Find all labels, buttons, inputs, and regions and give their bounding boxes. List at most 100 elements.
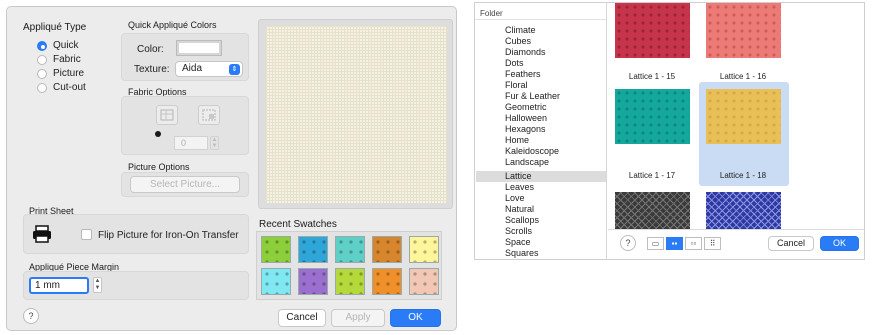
folder-item-selected[interactable]: Lattice	[505, 171, 532, 182]
recent-swatches-title: Recent Swatches	[259, 219, 337, 230]
quick-colors-group: Color: Texture: Aida ⇕	[121, 33, 249, 81]
folder-item[interactable]: Climate	[505, 25, 536, 36]
applique-type-title: Appliqué Type	[23, 22, 87, 33]
chevron-updown-icon: ⇕	[229, 64, 240, 75]
view-grid-button[interactable]: ⠿	[704, 237, 721, 250]
texture-select-value: Aida	[182, 63, 203, 74]
rotation-dial-icon[interactable]	[155, 131, 161, 137]
fabric-image-button[interactable]	[156, 105, 178, 125]
recent-swatches-panel	[256, 231, 442, 300]
folder-item[interactable]: Natural	[505, 204, 534, 215]
folder-item[interactable]: Floral	[505, 80, 528, 91]
folder-item[interactable]: Landscape	[505, 157, 549, 168]
swatch-tile[interactable]	[706, 192, 781, 229]
folder-item[interactable]: Kaleidoscope	[505, 146, 559, 157]
radio-cutout-indicator	[37, 82, 47, 93]
print-sheet-group: Flip Picture for Iron-On Transfer	[23, 214, 249, 254]
recent-swatch[interactable]	[298, 236, 328, 263]
swatch-browser: Folder Climate Cubes Diamonds Dots Feath…	[474, 2, 865, 260]
swatch-grid: Lattice 1 - 15 Lattice 1 - 16 Lattice 1 …	[608, 3, 864, 229]
recent-swatch[interactable]	[335, 236, 365, 263]
flip-checkbox[interactable]	[81, 229, 92, 240]
right-help-button[interactable]: ?	[620, 235, 636, 251]
recent-swatch[interactable]	[335, 268, 365, 295]
recent-swatch[interactable]	[261, 236, 291, 263]
recent-swatch[interactable]	[409, 236, 439, 263]
right-cancel-button[interactable]: Cancel	[768, 236, 814, 251]
folder-item[interactable]: Halloween	[505, 113, 547, 124]
swatch-tile[interactable]	[706, 3, 781, 58]
radio-quick[interactable]: Quick	[37, 39, 79, 52]
printer-icon[interactable]	[31, 224, 53, 247]
folder-item[interactable]: Love	[505, 193, 525, 204]
position-grid-icon	[202, 109, 216, 121]
view-three-button[interactable]: ▫▫	[685, 237, 702, 250]
folder-item[interactable]: Squares	[505, 248, 539, 258]
recent-swatch[interactable]	[261, 268, 291, 295]
single-view-icon: ▭	[651, 239, 660, 248]
recent-swatch[interactable]	[298, 268, 328, 295]
flip-label: Flip Picture for Iron-On Transfer	[98, 230, 239, 241]
help-button[interactable]: ?	[23, 308, 39, 324]
swatch-tile-selected[interactable]	[706, 89, 781, 144]
folder-item[interactable]: Fur & Leather	[505, 91, 560, 102]
swatch-tile[interactable]	[615, 89, 690, 144]
texture-select[interactable]: Aida ⇕	[175, 61, 243, 77]
folder-item[interactable]: Scallops	[505, 215, 539, 226]
fabric-position-button[interactable]	[198, 105, 220, 125]
select-picture-button[interactable]: Select Picture...	[130, 176, 240, 193]
toolbar-divider	[608, 229, 864, 230]
folder-item[interactable]: Cubes	[505, 36, 531, 47]
color-label: Color:	[137, 44, 164, 55]
recent-swatch[interactable]	[372, 236, 402, 263]
folder-item[interactable]: Hexagons	[505, 124, 546, 135]
recent-swatch[interactable]	[372, 268, 402, 295]
recent-swatch[interactable]	[409, 268, 439, 295]
rotation-input[interactable]: 0	[174, 136, 208, 150]
margin-stepper[interactable]: ▲ ▼	[93, 277, 102, 293]
folder-item[interactable]: Home	[505, 135, 529, 146]
radio-picture-label: Picture	[53, 68, 85, 79]
folder-list: Folder Climate Cubes Diamonds Dots Feath…	[475, 3, 607, 259]
two-column-icon: ▪▪	[671, 239, 678, 248]
radio-picture[interactable]: Picture	[37, 67, 84, 80]
radio-quick-indicator	[37, 40, 47, 51]
ok-button[interactable]: OK	[390, 309, 441, 327]
texture-preview	[266, 26, 447, 203]
cancel-button[interactable]: Cancel	[278, 309, 326, 327]
swatch-tile-label: Lattice 1 - 15	[628, 72, 676, 81]
folder-selection-highlight	[476, 171, 606, 182]
folder-item[interactable]: Feathers	[505, 69, 541, 80]
picture-options-title: Picture Options	[128, 162, 190, 172]
swatch-tile[interactable]	[615, 3, 690, 58]
folder-item[interactable]: Leaves	[505, 182, 534, 193]
swatch-tile-label: Lattice 1 - 17	[628, 171, 676, 180]
radio-cutout-label: Cut-out	[53, 82, 86, 93]
folder-item[interactable]: Dots	[505, 58, 524, 69]
applique-dialog: Appliqué Type Quick Fabric Picture Cut-o…	[6, 6, 457, 331]
right-ok-button[interactable]: OK	[820, 236, 859, 251]
apply-button[interactable]: Apply	[331, 309, 385, 327]
folder-item[interactable]: Diamonds	[505, 47, 546, 58]
preview-frame	[258, 19, 453, 209]
margin-group: 1 mm ▲ ▼	[23, 271, 249, 300]
folder-header: Folder	[480, 9, 503, 18]
folder-item[interactable]: Space	[505, 237, 531, 248]
swatch-tile-label: Lattice 1 - 18	[719, 171, 767, 180]
swatch-tile-label: Lattice 1 - 16	[719, 72, 767, 81]
radio-quick-label: Quick	[53, 40, 79, 51]
radio-fabric[interactable]: Fabric	[37, 53, 81, 66]
folder-item[interactable]: Scrolls	[505, 226, 532, 237]
radio-cutout[interactable]: Cut-out	[37, 81, 86, 94]
color-well[interactable]	[176, 40, 222, 56]
margin-input[interactable]: 1 mm	[29, 277, 89, 294]
image-grid-icon	[160, 109, 174, 121]
view-two-button[interactable]: ▪▪	[666, 237, 683, 250]
radio-fabric-label: Fabric	[53, 54, 81, 65]
radio-fabric-indicator	[37, 54, 47, 65]
view-single-button[interactable]: ▭	[647, 237, 664, 250]
folder-item[interactable]: Geometric	[505, 102, 547, 113]
rotation-stepper[interactable]: ▲ ▼	[210, 136, 219, 150]
three-column-icon: ▫▫	[690, 239, 697, 248]
swatch-tile[interactable]	[615, 192, 690, 229]
